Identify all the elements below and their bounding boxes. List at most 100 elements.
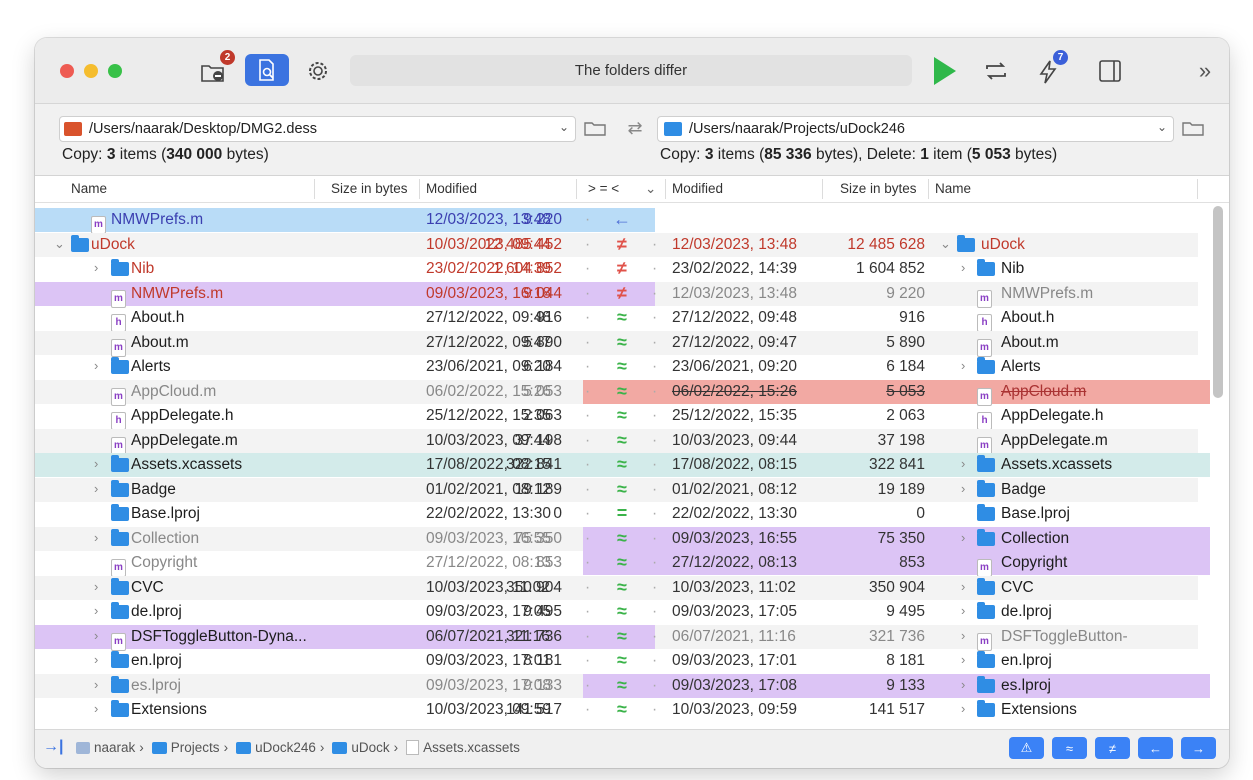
breadcrumb-item[interactable]: uDock <box>351 740 389 755</box>
minimize-window-button[interactable] <box>84 64 98 78</box>
filter-right-button[interactable]: → <box>1181 737 1216 759</box>
compare-op[interactable]: ≈ <box>607 332 637 353</box>
chevron-right-icon[interactable]: › <box>94 358 98 373</box>
table-row[interactable]: m AppDelegate.m 37 198 10/03/2023, 09:44 · ≈ ·… <box>35 428 1210 455</box>
table-row[interactable]: m About.m 5 890 27/12/2022, 09:47 · ≈ · 27/12/2… <box>35 330 1210 357</box>
chevron-right-icon[interactable]: › <box>94 652 98 667</box>
table-row[interactable]: › m DSFToggleButton-Dyna... 321 736 06/07/20… <box>35 624 1210 651</box>
compare-op[interactable]: = <box>607 503 637 524</box>
compare-op[interactable]: ≈ <box>607 307 637 328</box>
table-row[interactable]: m NMWPrefs.m 9 044 09/03/2023, 16:18 · ≠ · 12/0… <box>35 281 1210 308</box>
swap-sync-button[interactable] <box>981 57 1011 85</box>
breadcrumb-item[interactable]: naarak <box>94 740 135 755</box>
table-row[interactable]: › Nib 1 604 852 23/02/2022, 14:39 · ≠ · 23/02/2… <box>35 257 1210 281</box>
compare-op[interactable]: ≈ <box>607 356 637 377</box>
table-row[interactable]: ⌄ uDock 12 485 452 10/03/2023, 09:44 · ≠ · 12/0… <box>35 232 1210 257</box>
compare-op[interactable]: ≈ <box>607 405 637 426</box>
left-path-field[interactable]: /Users/naarak/Desktop/DMG2.dess ⌄ <box>59 116 576 142</box>
table-row[interactable]: h AppDelegate.h 2 063 25/12/2022, 15:35 · ≈ · 2… <box>35 404 1210 430</box>
column-name-left[interactable]: Name <box>71 181 107 196</box>
table-row[interactable]: › CVC 350 904 10/03/2023, 11:02 · ≈ · 10/03/202… <box>35 575 1210 600</box>
chevron-right-icon[interactable]: › <box>94 628 98 643</box>
column-modified-left[interactable]: Modified <box>426 181 477 196</box>
column-compare[interactable]: > = < <box>588 181 619 196</box>
file-compare-button[interactable] <box>245 54 289 86</box>
table-row[interactable]: › Badge 19 189 01/02/2021, 08:12 · ≈ · 01/02/20… <box>35 477 1210 502</box>
chevron-right-icon[interactable]: › <box>961 603 965 618</box>
breadcrumb-item[interactable]: Projects <box>171 740 220 755</box>
chevron-right-icon[interactable]: › <box>961 358 965 373</box>
chevron-right-icon[interactable]: › <box>961 530 965 545</box>
compare-op[interactable]: ≈ <box>607 430 637 451</box>
table-row[interactable]: › Collection 75 350 09/03/2023, 16:55 · ≈ · 09/… <box>35 526 1210 551</box>
compare-op[interactable]: ≠ <box>607 234 637 255</box>
chevron-right-icon[interactable]: › <box>94 481 98 496</box>
breadcrumb-item[interactable]: uDock246 <box>255 740 316 755</box>
filter-left-button[interactable]: ← <box>1138 737 1173 759</box>
chevron-right-icon[interactable]: › <box>961 677 965 692</box>
chevron-right-icon[interactable]: › <box>961 260 965 275</box>
table-row[interactable]: Base.lproj 0 22/02/2022, 13:30 · = · 22/02/202… <box>35 502 1210 526</box>
table-row[interactable]: › es.lproj 9 133 09/03/2023, 17:08 · ≈ · 09/03/… <box>35 673 1210 698</box>
quick-actions-button[interactable]: 7 <box>1033 50 1068 87</box>
settings-button[interactable] <box>303 57 333 85</box>
chevron-right-icon[interactable]: › <box>94 677 98 692</box>
chevron-right-icon[interactable]: › <box>961 481 965 496</box>
chevron-right-icon[interactable]: › <box>961 652 965 667</box>
right-browse-button[interactable] <box>1181 116 1205 140</box>
chevron-down-icon[interactable]: ⌄ <box>559 120 569 134</box>
table-row[interactable]: m AppCloud.m 5 053 06/02/2022, 15:26 · ≈ · 06/0… <box>35 379 1210 406</box>
chevron-down-icon[interactable]: ⌄ <box>1157 120 1167 134</box>
chevron-right-icon[interactable]: › <box>961 456 965 471</box>
filter-similar-button[interactable]: ≈ <box>1052 737 1087 759</box>
compare-op[interactable]: ≈ <box>607 454 637 475</box>
breadcrumb-item[interactable]: Assets.xcassets <box>423 740 520 755</box>
run-sync-button[interactable] <box>930 54 960 88</box>
chevron-right-icon[interactable]: › <box>961 628 965 643</box>
chevron-right-icon[interactable]: › <box>94 701 98 716</box>
chevron-right-icon[interactable]: › <box>94 456 98 471</box>
chevron-down-icon[interactable]: ⌄ <box>940 236 951 252</box>
column-modified-right[interactable]: Modified <box>672 181 723 196</box>
left-browse-button[interactable] <box>583 116 607 140</box>
compare-op[interactable]: ≈ <box>607 552 637 573</box>
table-row[interactable]: › Alerts 6 184 23/06/2021, 09:20 · ≈ · 23/06/20… <box>35 355 1210 379</box>
table-row[interactable]: › Extensions 141 517 10/03/2023, 09:59 · ≈ · 10… <box>35 698 1210 722</box>
column-name-right[interactable]: Name <box>935 181 971 196</box>
chevron-right-icon[interactable]: › <box>94 603 98 618</box>
chevron-down-icon[interactable]: ⌄ <box>54 236 65 252</box>
chevron-right-icon[interactable]: › <box>94 579 98 594</box>
compare-op[interactable]: ≈ <box>607 650 637 671</box>
chevron-down-icon[interactable]: ⌄ <box>645 181 656 197</box>
compare-op[interactable]: ≈ <box>607 479 637 500</box>
compare-op[interactable]: ≈ <box>607 675 637 696</box>
compare-op[interactable]: ≈ <box>607 699 637 720</box>
column-size-left[interactable]: Size in bytes <box>331 181 408 196</box>
close-window-button[interactable] <box>60 64 74 78</box>
swap-sides-button[interactable]: ⇄ <box>623 116 647 140</box>
compare-op[interactable]: ≈ <box>607 528 637 549</box>
table-row[interactable]: › en.lproj 8 181 09/03/2023, 17:01 · ≈ · 09/03/… <box>35 649 1210 673</box>
table-row[interactable]: › de.lproj 9 495 09/03/2023, 17:05 · ≈ · 09/03/… <box>35 600 1210 624</box>
table-row[interactable]: h About.h 916 27/12/2022, 09:48 · ≈ · 27/12/202… <box>35 306 1210 332</box>
compare-op[interactable]: ≈ <box>607 577 637 598</box>
sidebar-toggle-button[interactable] <box>1095 57 1125 85</box>
chevron-right-icon[interactable]: › <box>961 579 965 594</box>
table-row[interactable]: m Copyright 853 27/12/2022, 08:13 · ≈ · 27/12/2… <box>35 551 1210 577</box>
compare-op[interactable]: ≈ <box>607 381 637 402</box>
table-row[interactable]: m NMWPrefs.m 9 220 12/03/2023, 13:48 · ← <box>35 208 1210 234</box>
chevron-right-icon[interactable]: › <box>961 701 965 716</box>
reveal-path-button[interactable]: →| <box>43 738 63 756</box>
vertical-scrollbar[interactable] <box>1213 206 1223 398</box>
zoom-window-button[interactable] <box>108 64 122 78</box>
right-path-field[interactable]: /Users/naarak/Projects/uDock246 ⌄ <box>657 116 1174 142</box>
more-tools-button[interactable]: » <box>1190 58 1220 83</box>
compare-op[interactable]: ← <box>607 209 637 230</box>
table-row[interactable]: › Assets.xcassets 322 841 17/08/2022, 08:15… <box>35 453 1210 477</box>
filter-different-button[interactable]: ≠ <box>1095 737 1130 759</box>
filter-conflicts-button[interactable]: ⚠ <box>1009 737 1044 759</box>
compare-op[interactable]: ≈ <box>607 601 637 622</box>
compare-op[interactable]: ≠ <box>607 283 637 304</box>
column-size-right[interactable]: Size in bytes <box>840 181 917 196</box>
compare-op[interactable]: ≠ <box>607 258 637 279</box>
